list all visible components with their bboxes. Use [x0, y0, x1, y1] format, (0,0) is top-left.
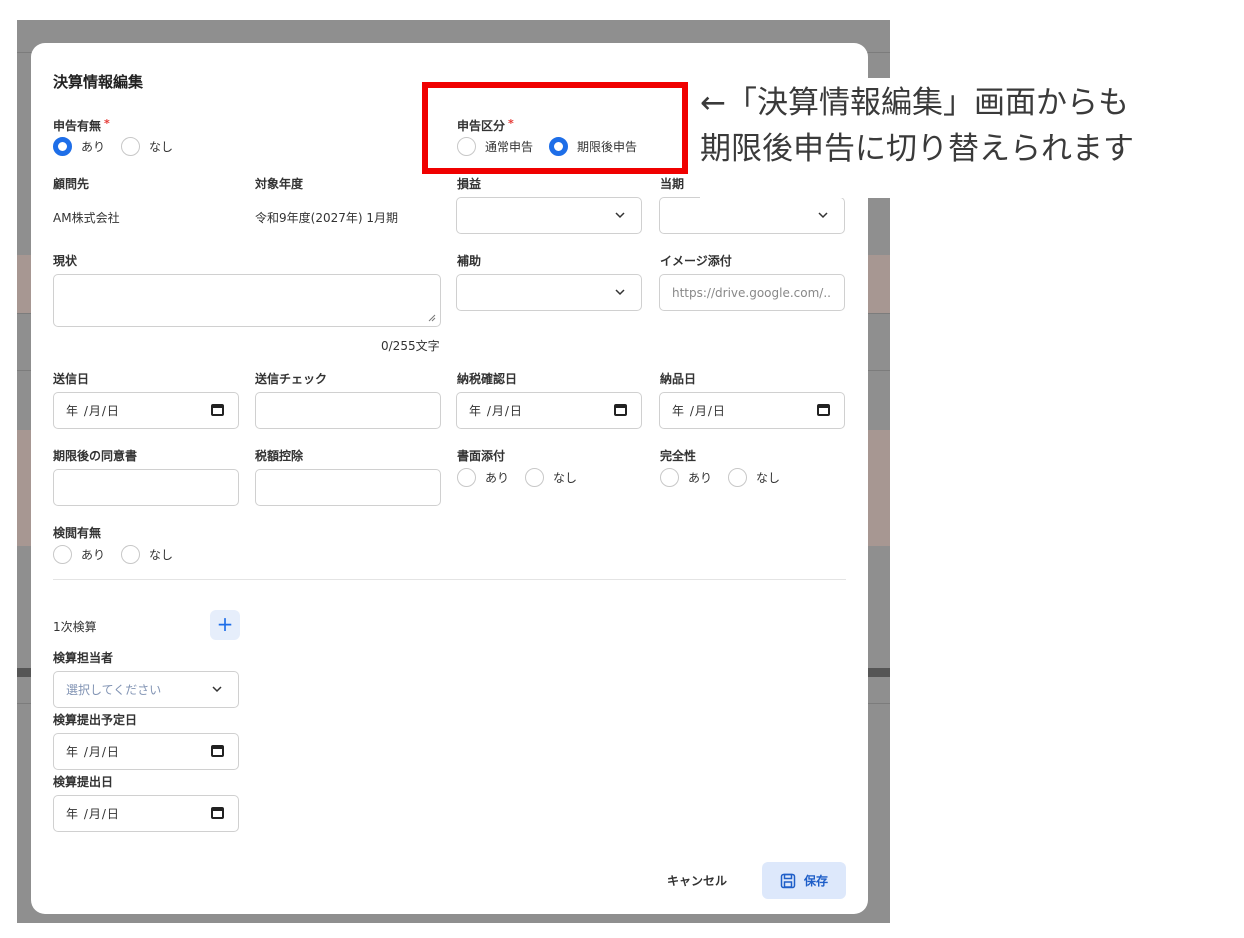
- declaration-label: 申告有無 *: [53, 117, 110, 133]
- radio-label: なし: [149, 140, 174, 154]
- completeness-label: 完全性: [660, 449, 697, 463]
- profit-loss-label: 損益: [457, 177, 482, 191]
- image-attach-label: イメージ添付: [660, 254, 732, 268]
- calendar-icon[interactable]: [211, 745, 224, 757]
- send-date-input[interactable]: 年 /月/日: [53, 392, 239, 429]
- calendar-icon[interactable]: [211, 404, 224, 416]
- send-check-label: 送信チェック: [255, 372, 328, 386]
- chevron-down-icon: [212, 686, 222, 693]
- radio-label: あり: [81, 548, 106, 562]
- inspection-yes-radio[interactable]: [53, 545, 72, 564]
- cancel-button[interactable]: キャンセル: [657, 868, 737, 894]
- date-value: 年 /月/日: [66, 404, 120, 418]
- inspection-label: 検閲有無: [53, 526, 102, 540]
- review-section-label: 1次検算: [53, 620, 97, 634]
- status-textarea[interactable]: [53, 274, 441, 327]
- review-planned-date-label: 検算提出予定日: [53, 713, 138, 727]
- completeness-yes-radio[interactable]: [660, 468, 679, 487]
- review-planned-date-input[interactable]: 年 /月/日: [53, 733, 239, 770]
- image-attach-input[interactable]: https://drive.google.com/..: [659, 274, 845, 311]
- date-value: 年 /月/日: [469, 404, 523, 418]
- resize-handle-icon[interactable]: [428, 314, 436, 322]
- tax-confirm-date-label: 納税確認日: [457, 372, 518, 386]
- delivery-date-label: 納品日: [660, 372, 697, 386]
- chevron-down-icon: [818, 212, 828, 219]
- highlight-box: [422, 82, 688, 174]
- delivery-date-input[interactable]: 年 /月/日: [659, 392, 845, 429]
- client-value: AM株式会社: [53, 211, 120, 225]
- inspection-no-radio[interactable]: [121, 545, 141, 564]
- tax-confirm-date-input[interactable]: 年 /月/日: [456, 392, 642, 429]
- radio-label: なし: [756, 471, 781, 485]
- assist-label: 補助: [457, 254, 482, 268]
- reviewer-select[interactable]: 選択してください: [53, 671, 239, 708]
- late-consent-label: 期限後の同意書: [53, 449, 138, 463]
- review-submit-date-input[interactable]: 年 /月/日: [53, 795, 239, 832]
- calendar-icon[interactable]: [211, 807, 224, 819]
- completeness-radio-group: あり なし: [660, 468, 796, 487]
- late-consent-input[interactable]: [53, 469, 239, 506]
- declaration-yes-radio[interactable]: [53, 137, 72, 156]
- profit-loss-select[interactable]: [456, 197, 642, 234]
- chevron-down-icon: [615, 289, 625, 296]
- send-check-input[interactable]: [255, 392, 441, 429]
- dialog-title: 決算情報編集: [53, 73, 144, 91]
- tax-deduction-input[interactable]: [255, 469, 441, 506]
- calendar-icon[interactable]: [614, 404, 627, 416]
- document-attach-yes-radio[interactable]: [457, 468, 476, 487]
- annotation-callout: ←「決算情報編集」画面からも 期限後申告に切り替えられます: [700, 78, 1244, 198]
- reviewer-label: 検算担当者: [53, 651, 114, 665]
- radio-label: なし: [553, 471, 578, 485]
- inspection-radio-group: あり なし: [53, 545, 189, 564]
- tax-deduction-label: 税額控除: [255, 449, 304, 463]
- fiscal-year-value: 令和9年度(2027年) 1月期: [255, 211, 398, 225]
- section-divider: [53, 579, 846, 580]
- date-value: 年 /月/日: [66, 807, 120, 821]
- add-review-button[interactable]: +: [210, 610, 240, 640]
- declaration-no-radio[interactable]: [121, 137, 141, 156]
- document-attach-label: 書面添付: [457, 449, 506, 463]
- status-char-counter: 0/255文字: [381, 339, 440, 353]
- calendar-icon[interactable]: [817, 404, 830, 416]
- send-date-label: 送信日: [53, 372, 90, 386]
- review-submit-date-label: 検算提出日: [53, 775, 114, 789]
- radio-label: あり: [688, 471, 713, 485]
- current-period-select[interactable]: [659, 197, 845, 234]
- document-attach-no-radio[interactable]: [525, 468, 545, 487]
- document-attach-radio-group: あり なし: [457, 468, 593, 487]
- fiscal-year-label: 対象年度: [255, 177, 304, 191]
- annotation-line-2: 期限後申告に切り替えられます: [700, 131, 1134, 167]
- chevron-down-icon: [615, 212, 625, 219]
- save-icon: [780, 873, 796, 888]
- client-label: 顧問先: [53, 177, 90, 191]
- completeness-no-radio[interactable]: [728, 468, 748, 487]
- input-placeholder: https://drive.google.com/..: [672, 285, 831, 300]
- select-placeholder: 選択してください: [66, 683, 162, 697]
- required-mark: *: [104, 117, 110, 130]
- annotation-line-1: ←「決算情報編集」画面からも: [700, 85, 1129, 121]
- save-button[interactable]: 保存: [762, 862, 846, 899]
- radio-label: なし: [149, 548, 174, 562]
- date-value: 年 /月/日: [66, 745, 120, 759]
- assist-select[interactable]: [456, 274, 642, 311]
- save-button-label: 保存: [803, 874, 828, 888]
- date-value: 年 /月/日: [672, 404, 726, 418]
- radio-label: あり: [81, 140, 106, 154]
- current-period-label: 当期: [660, 177, 685, 191]
- radio-label: あり: [485, 471, 510, 485]
- status-label: 現状: [53, 254, 78, 268]
- declaration-radio-group: あり なし: [53, 137, 189, 156]
